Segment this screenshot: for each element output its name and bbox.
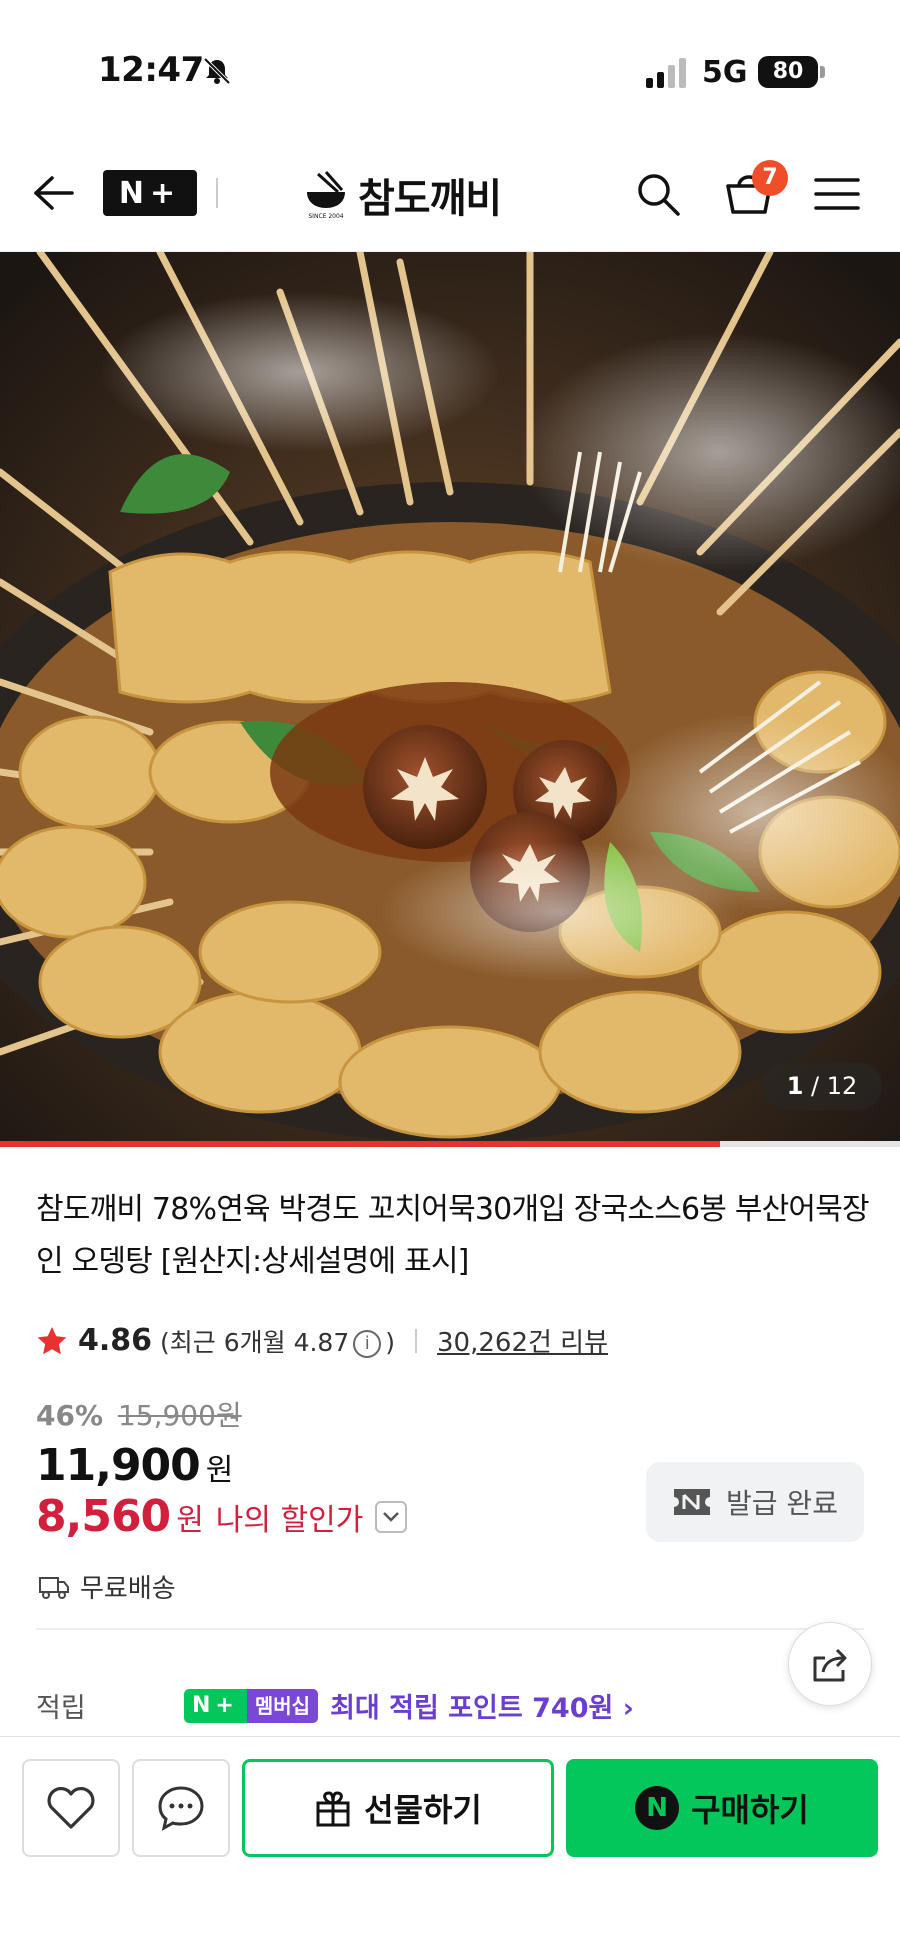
rating-value: 4.86 (78, 1323, 153, 1358)
discount-row: 46% 15,900원 (36, 1394, 407, 1434)
coupon-label: 발급 완료 (726, 1487, 838, 1520)
hamburger-menu-icon[interactable] (814, 174, 860, 214)
header-divider (216, 178, 218, 208)
image-total: / 12 (811, 1072, 858, 1100)
bottom-action-bar: 선물하기 N 구매하기 (0, 1736, 900, 1956)
discount-percent: 46% (36, 1399, 104, 1432)
bell-off-icon (203, 57, 231, 85)
review-count-link[interactable]: 30,262건 리뷰 (437, 1322, 608, 1359)
status-time: 12:47 (98, 50, 204, 90)
coupon-issued-button[interactable]: 발급 완료 (646, 1462, 864, 1542)
points-row[interactable]: 적립 N+ 멤버십 최대 적립 포인트 740원 › (36, 1686, 796, 1725)
section-divider (36, 1628, 864, 1630)
original-price: 15,900원 (117, 1399, 242, 1432)
share-button[interactable] (788, 1622, 872, 1706)
info-icon[interactable]: i (353, 1329, 382, 1358)
chevron-down-icon[interactable] (375, 1500, 408, 1533)
my-price-row[interactable]: 8,560 원 나의 할인가 (36, 1491, 408, 1542)
store-brand[interactable]: SINCE 2004 참도깨비 (304, 166, 502, 224)
image-progress-fill (0, 1141, 720, 1147)
price-area: 46% 15,900원 11,900 원 8,560 원 나의 할인가 (36, 1394, 408, 1542)
image-current: 1 (786, 1072, 804, 1100)
gift-icon (316, 1791, 350, 1827)
buy-button[interactable]: N 구매하기 (566, 1759, 878, 1857)
sale-price-row: 11,900 원 (36, 1440, 407, 1491)
gift-label: 선물하기 (364, 1791, 482, 1829)
brand-name: 참도깨비 (358, 176, 502, 222)
like-button[interactable] (22, 1759, 120, 1857)
recent-rating: (최근 6개월 4.87 i) (160, 1323, 395, 1359)
nplus-badge-text: N+ (184, 1688, 247, 1723)
back-arrow-icon[interactable] (30, 170, 76, 216)
nplus-membership-badge: N+ 멤버십 (184, 1688, 319, 1723)
search-icon[interactable] (634, 170, 682, 218)
product-title: 참도깨비 78%연육 박경도 꼬치어묵30개입 장국소스6봉 부산어묵장인 오뎅… (36, 1192, 870, 1279)
chat-bubble-icon (158, 1786, 204, 1831)
my-price-unit: 원 (176, 1502, 204, 1538)
status-bar: 12:47 5G 80 (0, 0, 900, 130)
battery-tip (820, 66, 825, 78)
product-photo (0, 252, 900, 1147)
share-icon (813, 1648, 847, 1682)
sale-price-unit: 원 (205, 1453, 234, 1488)
truck-icon (39, 1576, 69, 1599)
star-icon (37, 1326, 67, 1354)
nplus-store-badge[interactable]: N+ (103, 170, 197, 216)
recent-rating-close: ) (385, 1327, 396, 1357)
product-image-carousel[interactable]: 1 / 12 (0, 252, 900, 1147)
coupon-icon (674, 1489, 711, 1515)
network-type: 5G (702, 55, 748, 90)
max-points-text: 최대 적립 포인트 740원 › (330, 1693, 634, 1724)
recent-rating-text: (최근 6개월 4.87 (160, 1327, 350, 1357)
buy-label: 구매하기 (691, 1791, 809, 1829)
my-discount-price: 8,560 (36, 1491, 171, 1542)
rating-row: 4.86 (최근 6개월 4.87 i) 30,262건 리뷰 (36, 1322, 608, 1359)
bowl-logo-icon: SINCE 2004 (307, 171, 345, 220)
cart-count-badge: 7 (752, 160, 788, 196)
my-price-label: 나의 할인가 (215, 1502, 364, 1538)
talktalk-button[interactable] (132, 1759, 230, 1857)
shipping-row: 무료배송 (38, 1568, 176, 1605)
battery-level: 80 (772, 59, 804, 84)
app-header: N+ SINCE 2004 참도깨비 7 (0, 130, 900, 252)
battery-icon: 80 (758, 56, 818, 88)
heart-icon (47, 1787, 95, 1829)
shipping-label: 무료배송 (80, 1574, 176, 1604)
brand-since: SINCE 2004 (308, 213, 343, 220)
image-progress-track (0, 1141, 900, 1147)
membership-badge-text: 멤버십 (246, 1688, 319, 1723)
naverpay-n-icon: N (635, 1786, 680, 1830)
gift-button[interactable]: 선물하기 (242, 1759, 554, 1857)
rating-divider (415, 1328, 418, 1353)
sale-price: 11,900 (36, 1440, 201, 1491)
points-label: 적립 (36, 1693, 86, 1724)
signal-icon (646, 58, 686, 88)
image-counter: 1 / 12 (762, 1062, 882, 1110)
